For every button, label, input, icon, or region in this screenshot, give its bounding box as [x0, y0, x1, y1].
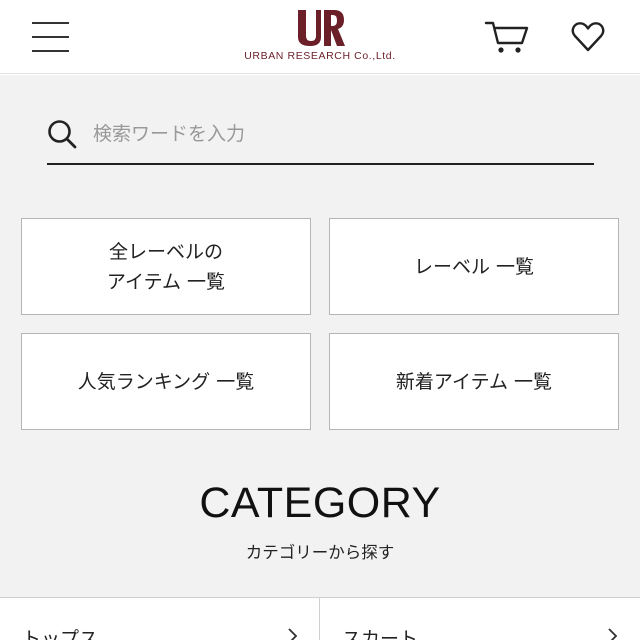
- category-item-skirts[interactable]: スカート: [320, 597, 640, 640]
- category-item-label: トップス: [22, 628, 99, 640]
- all-label-items-button[interactable]: 全レーベルの アイテム 一覧: [21, 218, 311, 315]
- category-subheading: カテゴリーから探す: [245, 543, 395, 562]
- label-list-button[interactable]: レーベル 一覧: [329, 218, 619, 315]
- chevron-right-icon: [288, 628, 298, 640]
- app-header: URBAN RESEARCH Co.,Ltd.: [0, 0, 640, 74]
- quick-nav: 全レーベルの アイテム 一覧 レーベル 一覧 人気ランキング 一覧 新着アイテム…: [21, 218, 620, 430]
- category-item-label: スカート: [342, 628, 419, 640]
- nav-button-label: 全レーベルの アイテム 一覧: [106, 240, 226, 293]
- heart-icon[interactable]: [570, 20, 606, 54]
- nav-button-label: 人気ランキング 一覧: [77, 370, 255, 393]
- search-input[interactable]: [93, 118, 583, 150]
- hamburger-menu-icon[interactable]: [32, 22, 70, 52]
- brand-logo[interactable]: URBAN RESEARCH Co.,Ltd.: [240, 8, 400, 68]
- nav-button-label: レーベル 一覧: [413, 255, 535, 278]
- cart-icon[interactable]: [484, 18, 530, 56]
- new-items-button[interactable]: 新着アイテム 一覧: [329, 333, 619, 430]
- ur-logo-mark: [298, 10, 345, 46]
- nav-button-label: 新着アイテム 一覧: [395, 370, 553, 393]
- logo-wordmark: URBAN RESEARCH Co.,Ltd.: [244, 50, 396, 62]
- search-bar: [47, 116, 594, 165]
- category-list: トップス スカート: [0, 597, 640, 640]
- category-item-tops[interactable]: トップス: [0, 597, 320, 640]
- ranking-list-button[interactable]: 人気ランキング 一覧: [21, 333, 311, 430]
- category-heading: CATEGORY: [199, 479, 441, 527]
- search-icon[interactable]: [47, 119, 77, 149]
- main-content: 全レーベルの アイテム 一覧 レーベル 一覧 人気ランキング 一覧 新着アイテム…: [0, 75, 640, 640]
- chevron-right-icon: [608, 628, 618, 640]
